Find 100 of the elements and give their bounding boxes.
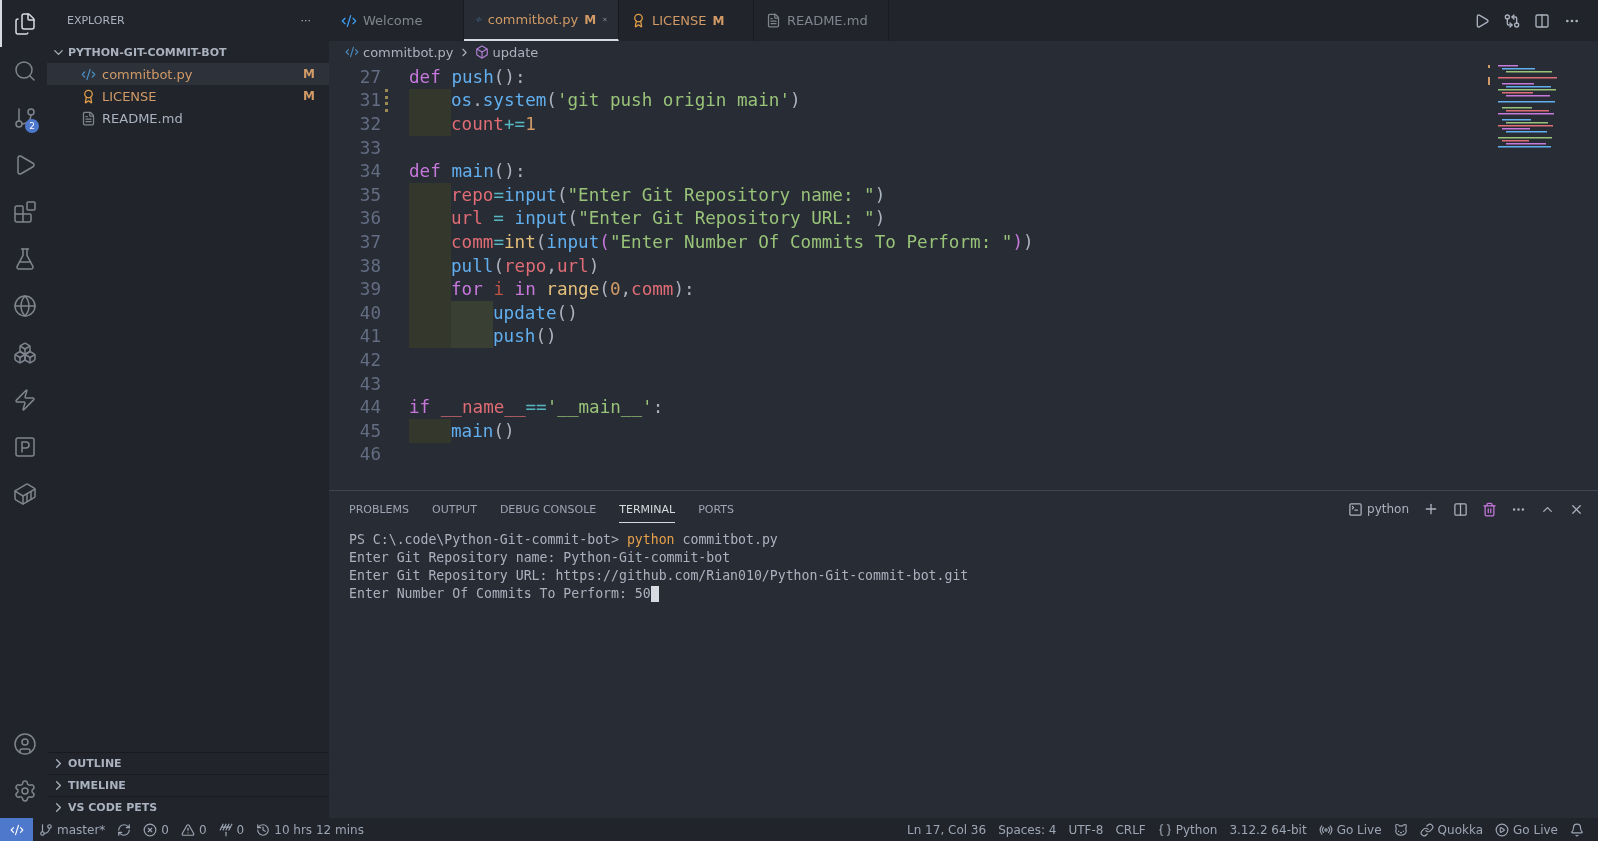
line-number: 27 bbox=[358, 65, 382, 89]
broadcast-icon bbox=[1318, 822, 1333, 837]
status-item[interactable]: 3.12.2 64-bit bbox=[1223, 822, 1313, 837]
status-item[interactable]: 0 bbox=[212, 822, 251, 837]
status-item[interactable]: 0 bbox=[137, 822, 175, 837]
folder-row[interactable]: PYTHON-GIT-COMMIT-BOT bbox=[47, 41, 329, 63]
cat-icon bbox=[1393, 822, 1408, 837]
markdown-file-icon bbox=[766, 13, 781, 28]
line-number: 46 bbox=[358, 443, 382, 467]
line-number: 43 bbox=[358, 372, 382, 396]
terminal-line: Enter Number Of Commits To Perform: 50 bbox=[349, 585, 651, 603]
branch-icon bbox=[39, 822, 53, 837]
terminal-line: Enter Git Repository URL: https://github.com/Rian010/Python-Git-commit-bot.git bbox=[349, 567, 969, 585]
breadcrumb-item[interactable]: update bbox=[492, 44, 539, 60]
container-icon bbox=[12, 481, 37, 506]
compare-icon[interactable] bbox=[1504, 12, 1520, 29]
line-number: 37 bbox=[358, 230, 382, 254]
git-status: M bbox=[584, 12, 597, 27]
breadcrumb-item[interactable]: commitbot.py bbox=[363, 44, 454, 60]
terminal-icon bbox=[1348, 501, 1363, 517]
line-number: 33 bbox=[358, 136, 382, 160]
editor-tab[interactable]: commitbot.py M bbox=[464, 0, 619, 41]
count-badge: 2 bbox=[25, 119, 39, 133]
remote-button[interactable] bbox=[0, 818, 33, 841]
markdown-file-icon bbox=[81, 110, 96, 126]
p-letter-icon bbox=[12, 434, 37, 459]
line-number: 41 bbox=[358, 325, 382, 349]
cube-icon bbox=[474, 45, 489, 59]
status-item[interactable]: Spaces: 4 bbox=[992, 822, 1063, 837]
line-number: 35 bbox=[358, 183, 382, 207]
line-number: 44 bbox=[358, 396, 382, 419]
files-icon bbox=[12, 11, 37, 36]
file-row[interactable]: commitbot.py M bbox=[47, 63, 329, 85]
code-line: main() bbox=[451, 419, 515, 443]
status-item[interactable]: Go Live bbox=[1489, 822, 1564, 837]
line-number: 42 bbox=[358, 348, 382, 372]
code-line: if __name__=='__main__': bbox=[409, 396, 664, 419]
line-number: 38 bbox=[358, 254, 382, 278]
settings-icon bbox=[12, 778, 37, 803]
link-icon bbox=[1419, 822, 1434, 837]
terminal-selector[interactable]: python bbox=[1348, 501, 1409, 517]
code-line: def main(): bbox=[409, 160, 526, 183]
globe-icon bbox=[12, 293, 37, 318]
code-line: for i in range(0,comm): bbox=[451, 278, 695, 301]
source-control-icon bbox=[12, 105, 37, 130]
line-number: 36 bbox=[358, 207, 382, 231]
warning-icon bbox=[180, 822, 195, 837]
more-actions-button[interactable]: ··· bbox=[300, 14, 311, 27]
status-item[interactable]: Go Live bbox=[1312, 822, 1388, 837]
play-circle-icon bbox=[1495, 822, 1510, 837]
status-item[interactable]: Ln 17, Col 36 bbox=[901, 822, 993, 837]
account-icon bbox=[12, 731, 37, 756]
panel-tab[interactable]: OUTPUT bbox=[432, 495, 477, 523]
line-number: 31 bbox=[358, 89, 382, 113]
bell-icon bbox=[1570, 822, 1584, 837]
code-line: repo=input("Enter Git Repository name: ") bbox=[451, 183, 886, 207]
activity-bar-button[interactable]: 2 bbox=[0, 94, 47, 141]
status-item[interactable]: Quokka bbox=[1413, 822, 1490, 837]
status-item[interactable]: Python bbox=[1151, 822, 1224, 837]
remote-explorer-icon bbox=[12, 340, 37, 365]
line-number: 32 bbox=[358, 113, 382, 136]
status-item[interactable]: CRLF bbox=[1109, 822, 1152, 837]
sync-icon bbox=[117, 822, 132, 837]
git-status: M bbox=[303, 89, 315, 103]
git-status: M bbox=[712, 13, 725, 28]
file-row[interactable]: LICENSE M bbox=[47, 85, 329, 107]
history-icon bbox=[256, 822, 271, 837]
file-row[interactable]: README.md bbox=[47, 107, 329, 129]
sidebar-title: EXPLORER bbox=[67, 14, 125, 27]
panel-tab[interactable]: PORTS bbox=[698, 495, 734, 523]
split-terminal-icon[interactable] bbox=[1453, 501, 1468, 517]
code-line: pull(repo,url) bbox=[451, 254, 600, 278]
section-header[interactable]: TIMELINE bbox=[47, 774, 329, 796]
git-status: M bbox=[303, 67, 315, 81]
code-line: def push(): bbox=[409, 65, 526, 89]
section-header[interactable]: OUTLINE bbox=[47, 752, 329, 774]
status-item[interactable]: 10 hrs 12 mins bbox=[250, 822, 370, 837]
line-number: 39 bbox=[358, 278, 382, 301]
panel-tab[interactable]: PROBLEMS bbox=[349, 495, 410, 523]
terminal-line: PS C:\.code\Python-Git-commit-bot> python commitbot.py bbox=[349, 531, 778, 549]
error-icon bbox=[143, 822, 158, 837]
line-number: 40 bbox=[358, 301, 382, 325]
code-logo-icon bbox=[341, 12, 357, 29]
terminal-line: Enter Git Repository name: Python-Git-commit-bot bbox=[349, 549, 731, 567]
plus-icon[interactable] bbox=[1423, 501, 1439, 517]
code-line: count+=1 bbox=[451, 113, 536, 136]
code-line: push() bbox=[493, 325, 557, 349]
split-editor-icon[interactable] bbox=[1534, 12, 1550, 29]
line-number: 34 bbox=[358, 160, 382, 183]
trash-icon[interactable] bbox=[1482, 501, 1497, 517]
status-item[interactable]: master* bbox=[33, 822, 112, 837]
lightning-icon bbox=[12, 387, 37, 412]
panel-tab[interactable]: TERMINAL bbox=[619, 495, 676, 523]
code-line: comm=int(input("Enter Number Of Commits To Perform: ")) bbox=[451, 230, 1034, 254]
status-item[interactable]: UTF-8 bbox=[1062, 822, 1110, 837]
extensions-icon bbox=[12, 199, 37, 224]
panel-tab[interactable]: DEBUG CONSOLE bbox=[499, 495, 597, 523]
search-icon bbox=[12, 58, 37, 83]
run-icon[interactable] bbox=[1474, 12, 1490, 29]
status-item[interactable]: 0 bbox=[174, 822, 213, 837]
